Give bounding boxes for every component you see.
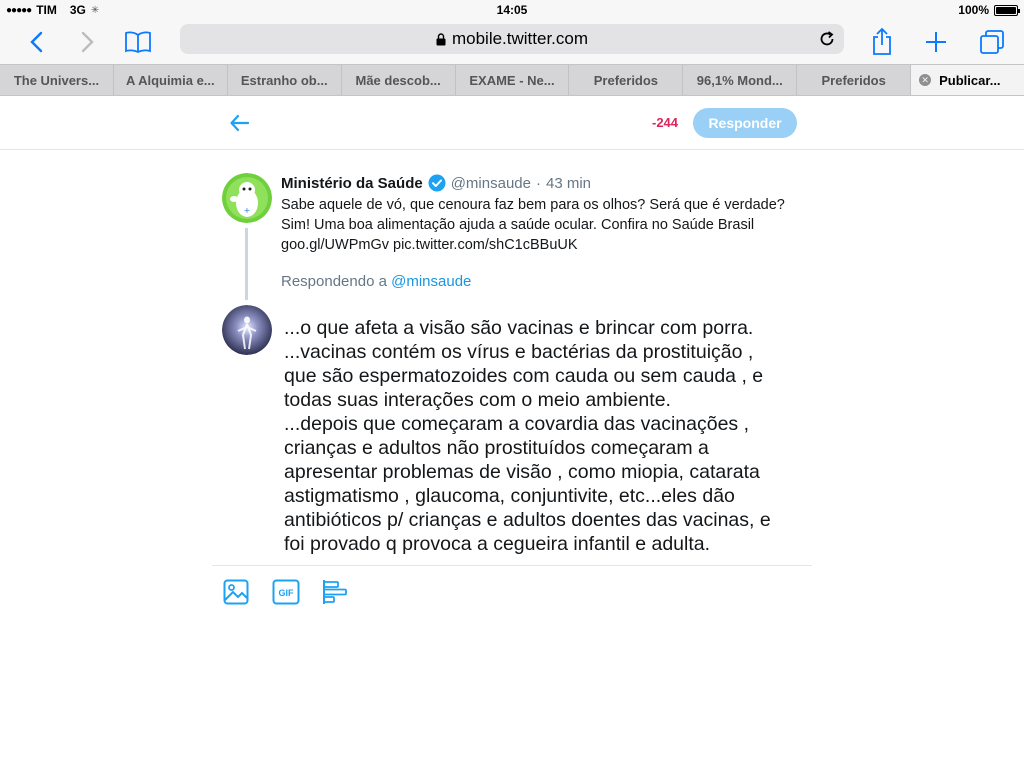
tab[interactable]: The Univers... [0,65,114,95]
tab-label: Publicar... [939,72,1001,88]
battery-icon [994,4,1020,16]
back-icon[interactable] [20,26,52,58]
thread-line [245,228,248,300]
gif-icon[interactable]: GIF [272,578,300,606]
bookmarks-icon[interactable] [122,26,154,58]
reply-textarea[interactable]: ...o que afeta a visão são vacinas e bri… [284,316,804,556]
svg-text:+: + [244,206,251,215]
browser-toolbar: mobile.twitter.com [0,20,1024,64]
tab-label: A Alquimia e... [126,72,215,88]
author-name[interactable]: Ministério da Saúde [281,175,423,192]
tab-label: 96,1% Mond... [696,72,783,88]
clock: 14:05 [496,3,528,17]
forward-icon[interactable] [72,26,104,58]
tab[interactable]: Preferidos [569,65,684,95]
close-tab-icon[interactable]: ✕ [919,74,932,86]
tab-label: Preferidos [593,72,659,88]
user-avatar [222,305,272,355]
timestamp[interactable]: 43 min [546,175,591,192]
new-tab-icon[interactable] [920,26,952,58]
gif-label: GIF [279,588,295,598]
tab-label: Preferidos [821,72,886,88]
status-right: 100% [958,3,1020,17]
tab[interactable]: Preferidos [797,65,912,95]
image-icon[interactable] [222,578,250,606]
poll-icon[interactable] [322,578,350,606]
verified-badge-icon [428,174,446,192]
battery-percent: 100% [958,3,989,17]
tab-label: The Univers... [13,72,100,88]
share-icon[interactable] [866,26,898,58]
replying-to: Respondendo a @minsaude [281,273,471,290]
tab[interactable]: EXAME - Ne... [456,65,570,95]
back-arrow-icon[interactable] [228,111,252,135]
tab[interactable]: A Alquimia e... [114,65,228,95]
tabs-overview-icon[interactable] [976,26,1008,58]
replying-handle[interactable]: @minsaude [391,273,471,290]
compose-header: -244 Responder [0,96,1024,150]
tab-label: Estranho ob... [240,72,328,88]
lock-icon [436,32,446,45]
tweet-text: Sabe aquele de vó, que cenoura faz bem p… [281,197,785,253]
tab[interactable]: Mãe descob... [342,65,456,95]
tab-active[interactable]: ✕ Publicar... [911,65,1024,95]
divider [212,565,812,566]
character-counter: -244 [652,115,679,130]
avatar[interactable]: + [222,173,272,223]
separator: · [535,174,541,192]
status-bar: ●●●●● TIM 3G ✳ 14:05 100% [0,0,1024,20]
tab-label: EXAME - Ne... [469,72,555,88]
battery-fill [996,6,1016,14]
replying-prefix: Respondendo a [281,273,387,290]
author-handle[interactable]: @minsaude [451,175,531,192]
tab[interactable]: 96,1% Mond... [683,65,798,95]
tab-label: Mãe descob... [355,72,441,88]
tweet-header: Ministério da Saúde @minsaude · 43 min [281,174,591,192]
reply-button[interactable]: Responder [693,108,797,138]
url-bar[interactable]: mobile.twitter.com [180,24,844,54]
media-toolbar: GIF [222,578,350,606]
tab[interactable]: Estranho ob... [228,65,342,95]
tab-bar: The Univers... A Alquimia e... Estranho … [0,64,1024,96]
reload-icon[interactable] [818,30,836,48]
url-text: mobile.twitter.com [451,29,589,48]
